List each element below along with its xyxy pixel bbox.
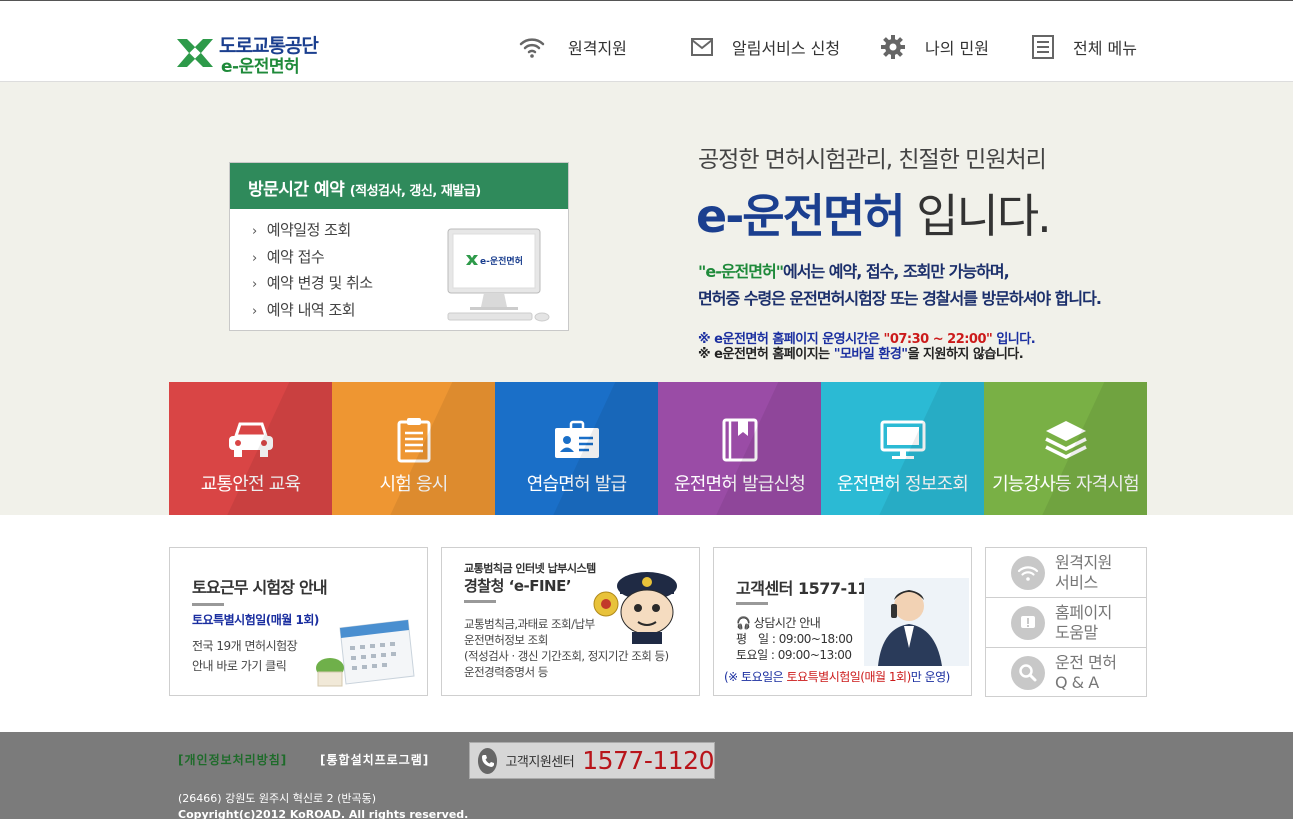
support-center-number: 1577-1120 (582, 746, 714, 775)
support-center-label: 고객지원센터 (505, 755, 575, 770)
alert-icon (1011, 605, 1045, 640)
clipboard-icon (387, 416, 441, 464)
tile-label: 운전면허 발급신청 (673, 474, 806, 495)
divider (736, 602, 768, 605)
tile-label: 운전면허 정보조회 (836, 474, 969, 495)
saturday-subtitle: 토요특별시험일(매월 1회) (192, 613, 319, 627)
tile-license-issue-request[interactable]: 운전면허 발급신청 (658, 382, 821, 515)
layers-icon (1039, 416, 1093, 464)
search-icon (1011, 656, 1045, 690)
reservation-panel: 방문시간 예약 (적성검사, 갱신, 재발급) 예약일정 조회 예약 접수 예약… (229, 162, 569, 331)
support-center-banner[interactable]: 고객지원센터 1577-1120 (469, 742, 715, 779)
nav-notification[interactable]: 알림서비스 신청 (688, 33, 840, 61)
menu-icon (1029, 33, 1057, 61)
headset-icon: 🎧 (736, 616, 751, 630)
nav-all-menu[interactable]: 전체 메뉴 (1029, 33, 1137, 61)
reservation-title[interactable]: 방문시간 예약 (적성검사, 갱신, 재발급) (230, 163, 568, 209)
saturday-exam-box[interactable]: 토요근무 시험장 안내 토요특별시험일(매월 1회) 전국 19개 면허시험장 … (169, 547, 428, 696)
reservation-subtitle: (적성검사, 갱신, 재발급) (349, 184, 481, 199)
saturday-description: 전국 19개 면허시험장 안내 바로 가기 클릭 (192, 639, 298, 673)
efine-box[interactable]: 교통범칙금 인터넷 납부시스템 경찰청 ‘e-FINE’ 교통범칙금,과태료 조… (441, 547, 700, 696)
quick-links: 원격지원 서비스 홈페이지 도움말 운전 면허 Q & A (985, 547, 1147, 697)
reservation-item-schedule[interactable]: 예약일정 조회 (252, 219, 373, 246)
wifi-icon (518, 33, 546, 61)
site-header: 도로교통공단 e-운전면허 원격지원 알림서비스 신청 나의 민원 전체 메뉴 (0, 5, 1293, 82)
wifi-icon (1011, 555, 1045, 590)
monitor-illustration (447, 228, 550, 322)
police-mascot-illustration (593, 572, 677, 644)
install-program-link[interactable]: [통합설치프로그램] (320, 751, 429, 768)
link-label: 원격지원 서비스 (1055, 552, 1112, 592)
logo-icon (177, 39, 213, 67)
link-remote-support-service[interactable]: 원격지원 서비스 (986, 548, 1146, 598)
callcenter-hours: 🎧 상담시간 안내 평 일 : 09:00~18:00 토요일 : 09:00~… (736, 616, 853, 662)
link-label: 운전 면허 Q & A (1055, 653, 1117, 692)
saturday-title: 토요근무 시험장 안내 (192, 578, 328, 597)
service-tiles: 교통안전 교육 시험 응시 연습면허 발급 운전면허 발급신청 운전면허 정보조… (169, 382, 1147, 515)
hero-description: "e-운전면허"에서는 예약, 접수, 조회만 가능하며, 면허증 수령은 운전… (698, 262, 1102, 308)
id-card-icon (550, 416, 604, 464)
hero-title: e-운전면허 입니다. (696, 189, 1052, 243)
nav-label: 나의 민원 (925, 39, 989, 58)
reservation-item-history[interactable]: 예약 내역 조회 (252, 299, 373, 326)
gear-icon (879, 33, 907, 61)
callcenter-note: (※ 토요일은 토요특별시험일(매월 1회)만 운영) (724, 670, 950, 684)
tile-license-info-lookup[interactable]: 운전면허 정보조회 (821, 382, 984, 515)
site-footer: [개인정보처리방침] [통합설치프로그램] 고객지원센터 1577-1120 (… (0, 732, 1293, 821)
link-license-qna[interactable]: 운전 면허 Q & A (986, 648, 1146, 698)
efine-caption: 교통범칙금 인터넷 납부시스템 (464, 562, 596, 575)
agent-illustration (864, 578, 969, 666)
tile-instructor-qualification-exam[interactable]: 기능강사등 자격시험 (984, 382, 1147, 515)
tile-learner-permit[interactable]: 연습면허 발급 (495, 382, 658, 515)
nav-remote-support[interactable]: 원격지원 (518, 33, 627, 61)
monitor-icon (876, 416, 930, 464)
reservation-menu: 예약일정 조회 예약 접수 예약 변경 및 취소 예약 내역 조회 (252, 219, 373, 325)
tile-traffic-safety-education[interactable]: 교통안전 교육 (169, 382, 332, 515)
tile-label: 교통안전 교육 (200, 474, 301, 495)
tile-label: 시험 응시 (379, 474, 449, 495)
mail-icon (688, 33, 716, 61)
logo[interactable]: 도로교통공단 e-운전면허 (173, 31, 343, 77)
nav-label: 원격지원 (568, 39, 627, 58)
book-icon (713, 416, 767, 464)
nav-label: 알림서비스 신청 (732, 39, 841, 58)
monitor-screen-logo: e-운전면허 (480, 257, 523, 267)
hero-slogan: 공정한 면허시험관리, 친절한 민원처리 (698, 147, 1047, 173)
tile-exam-application[interactable]: 시험 응시 (332, 382, 495, 515)
car-icon (224, 416, 278, 464)
tile-label: 기능강사등 자격시험 (992, 474, 1140, 495)
link-homepage-help[interactable]: 홈페이지 도움말 (986, 598, 1146, 648)
callcenter-box[interactable]: 고객센터 1577-1120 🎧 상담시간 안내 평 일 : 09:00~18:… (713, 547, 972, 696)
nav-label: 전체 메뉴 (1073, 39, 1137, 58)
reservation-item-apply[interactable]: 예약 접수 (252, 246, 373, 273)
reservation-item-change[interactable]: 예약 변경 및 취소 (252, 272, 373, 299)
efine-title: 경찰청 ‘e-FINE’ (464, 577, 572, 595)
logo-service: e-운전면허 (221, 57, 300, 77)
calendar-illustration (316, 619, 415, 687)
privacy-policy-link[interactable]: [개인정보처리방침] (178, 751, 287, 768)
hero-notice: ※ e운전면허 홈페이지 운영시간은 "07:30 ~ 22:00" 입니다. … (698, 332, 1036, 362)
divider (192, 603, 224, 606)
footer-address: (26466) 강원도 원주시 혁신로 2 (반곡동) Copyright(c)… (178, 792, 469, 821)
link-label: 홈페이지 도움말 (1055, 602, 1112, 642)
divider (464, 600, 496, 603)
phone-icon (478, 747, 498, 774)
tile-label: 연습면허 발급 (526, 474, 627, 495)
nav-my-applications[interactable]: 나의 민원 (879, 33, 989, 61)
